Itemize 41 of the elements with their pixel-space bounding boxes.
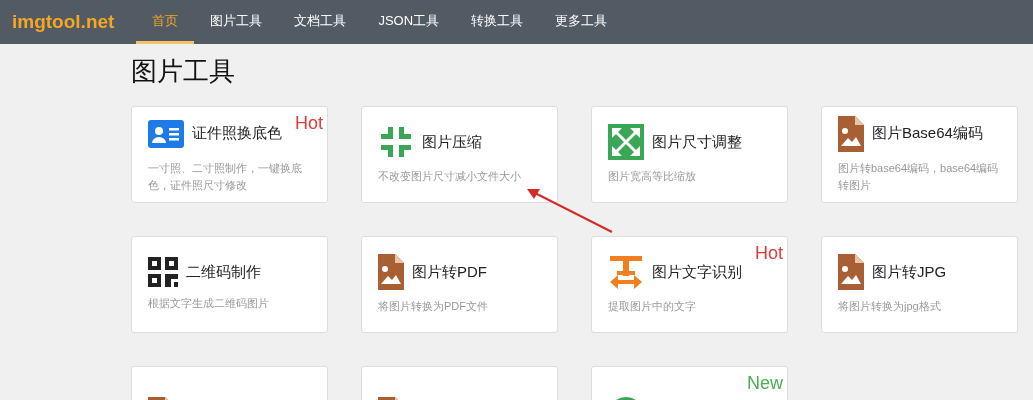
nav-tab[interactable]: 文档工具 [278, 0, 363, 44]
text-width-icon [608, 254, 644, 290]
tool-card[interactable]: 图片转JPG 将图片转换为jpg格式 [821, 236, 1018, 333]
tool-description: 图片转base64编码，base64编码转图片 [838, 160, 1000, 193]
tool-card[interactable]: 证件照换底色 一寸照、二寸照制作，一键换底色，证件照尺寸修改 Hot [131, 106, 328, 203]
nav-tab[interactable]: JSON工具 [362, 0, 456, 44]
tool-title: 图片转PDF [412, 262, 487, 282]
nav-tab[interactable]: 图片工具 [194, 0, 279, 44]
image-file-icon [838, 115, 864, 152]
tool-title: 图片尺寸调整 [652, 132, 742, 152]
nav-tab[interactable]: 更多工具 [539, 0, 624, 44]
qr-code-icon [148, 257, 178, 287]
tool-card[interactable]: 图片压缩 不改变图片尺寸减小文件大小 [361, 106, 558, 203]
tool-card[interactable]: 图片转PDF 将图片转换为PDF文件 [361, 236, 558, 333]
nav-tab[interactable]: 首页 [136, 0, 195, 44]
tool-title: 图片文字识别 [652, 262, 742, 282]
tool-description: 提取图片中的文字 [608, 299, 697, 314]
tool-description: 将图片转换为jpg格式 [838, 299, 942, 314]
expand-arrows-icon [608, 124, 644, 160]
tag-label: Hot [755, 243, 783, 264]
tool-title: 图片压缩 [422, 132, 482, 152]
tag-label: Hot [295, 113, 323, 134]
nav-tab[interactable]: 转换工具 [455, 0, 540, 44]
tool-title: 图片转JPG [872, 262, 947, 282]
page-heading: 图片工具 [131, 56, 236, 86]
tool-description: 根据文字生成二维码图片 [148, 296, 270, 311]
image-file-icon [838, 254, 864, 290]
tool-card[interactable]: 二维码制作 根据文字生成二维码图片 [131, 236, 328, 333]
tool-description: 一寸照、二寸照制作，一键换底色，证件照尺寸修改 [148, 160, 303, 193]
tool-card[interactable]: 图片Base64编码 图片转base64编码，base64编码转图片 [821, 106, 1018, 203]
tool-description: 图片宽高等比缩放 [608, 169, 697, 184]
tool-title: 二维码制作 [186, 262, 261, 282]
tool-title: 证件照换底色 [192, 124, 282, 143]
tool-card[interactable]: 图片文字识别 提取图片中的文字 Hot [591, 236, 788, 333]
tool-card[interactable]: 图片尺寸调整 图片宽高等比缩放 [591, 106, 788, 203]
image-file-icon [378, 254, 404, 290]
tool-description: 不改变图片尺寸减小文件大小 [378, 169, 522, 184]
tag-label: New [747, 373, 783, 394]
tool-description: 将图片转换为PDF文件 [378, 299, 489, 314]
tool-title: 图片Base64编码 [872, 124, 983, 143]
compress-icon [378, 124, 414, 160]
